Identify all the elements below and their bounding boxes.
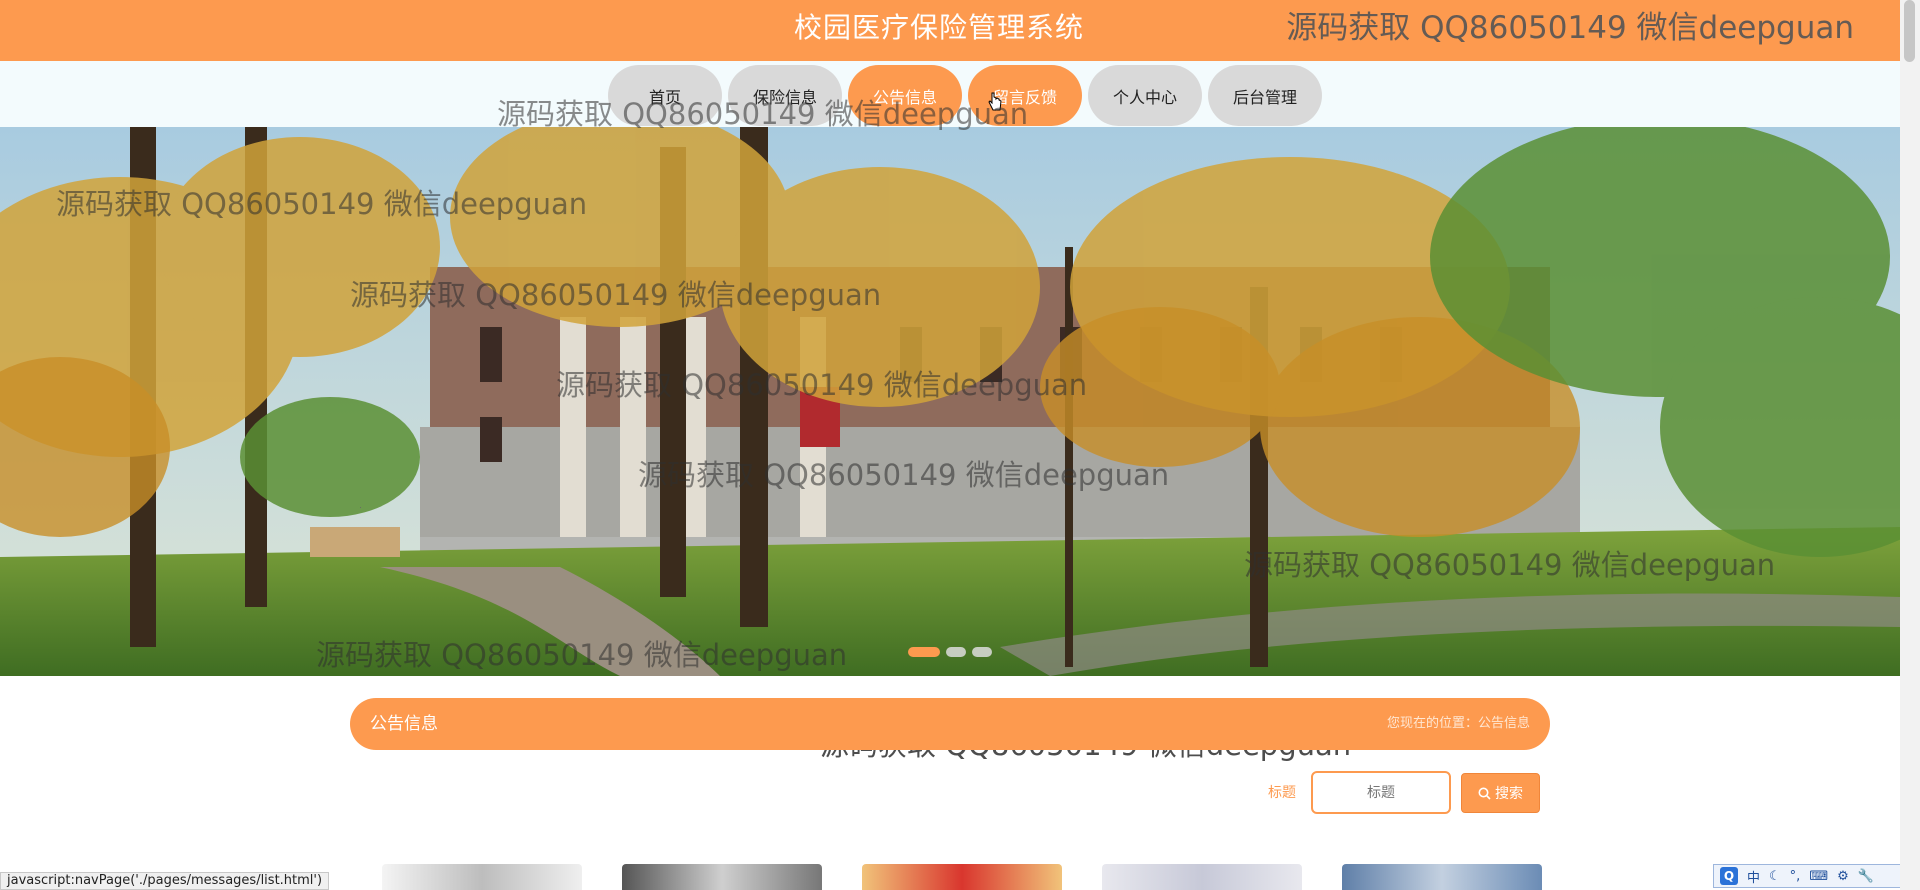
- settings-icon[interactable]: ⚙: [1837, 869, 1849, 884]
- section-title: 公告信息: [370, 714, 438, 734]
- ime-toolbar[interactable]: Q 中 ☾ °, ⌨ ⚙ 🔧: [1713, 864, 1910, 888]
- moon-icon[interactable]: ☾: [1769, 869, 1781, 884]
- watermark-text: 源码获取 QQ86050149 微信deepguan: [1286, 10, 1854, 46]
- section-header: 公告信息 您现在的位置：公告信息: [350, 698, 1550, 750]
- page-scrollbar[interactable]: [1900, 0, 1920, 890]
- notice-thumbnail[interactable]: [1342, 864, 1542, 890]
- campus-photo: [0, 127, 1900, 676]
- notice-thumbnail[interactable]: [382, 864, 582, 890]
- nav-item-insurance[interactable]: 保险信息: [728, 65, 842, 126]
- carousel-dot[interactable]: [972, 647, 992, 657]
- ime-mode-indicator[interactable]: 中: [1747, 867, 1760, 886]
- search-label: 标题: [1268, 785, 1296, 801]
- keyboard-icon[interactable]: ⌨: [1809, 869, 1828, 884]
- search-button[interactable]: 搜索: [1461, 773, 1540, 813]
- punctuation-icon[interactable]: °,: [1790, 869, 1801, 884]
- carousel-dots: [908, 647, 992, 657]
- ime-logo-icon[interactable]: Q: [1720, 867, 1738, 885]
- nav-item-feedback[interactable]: 留言反馈: [968, 65, 1082, 126]
- carousel-dot[interactable]: [908, 647, 940, 657]
- nav-item-home[interactable]: 首页: [608, 65, 722, 126]
- notice-thumbnail[interactable]: [622, 864, 822, 890]
- search-input[interactable]: [1311, 771, 1451, 814]
- hand-cursor-icon: [988, 92, 1002, 111]
- browser-status-bar: javascript:navPage('./pages/messages/lis…: [0, 872, 330, 890]
- top-header: 校园医疗保险管理系统 源码获取 QQ86050149 微信deepguan: [0, 0, 1900, 61]
- scrollbar-thumb[interactable]: [1904, 0, 1915, 62]
- search-icon: [1478, 787, 1491, 800]
- nav-item-admin[interactable]: 后台管理: [1208, 65, 1322, 126]
- notice-list: [382, 864, 1542, 890]
- wrench-icon[interactable]: 🔧: [1858, 869, 1874, 884]
- nav-item-profile[interactable]: 个人中心: [1088, 65, 1202, 126]
- notice-thumbnail[interactable]: [1102, 864, 1302, 890]
- breadcrumb: 您现在的位置：公告信息: [1386, 716, 1530, 731]
- main-nav: 首页 保险信息 公告信息 留言反馈 个人中心 后台管理: [0, 61, 1900, 127]
- banner-carousel[interactable]: [0, 127, 1900, 676]
- notice-thumbnail[interactable]: [862, 864, 1062, 890]
- carousel-dot[interactable]: [946, 647, 966, 657]
- nav-item-notices[interactable]: 公告信息: [848, 65, 962, 126]
- search-button-label: 搜索: [1495, 786, 1523, 802]
